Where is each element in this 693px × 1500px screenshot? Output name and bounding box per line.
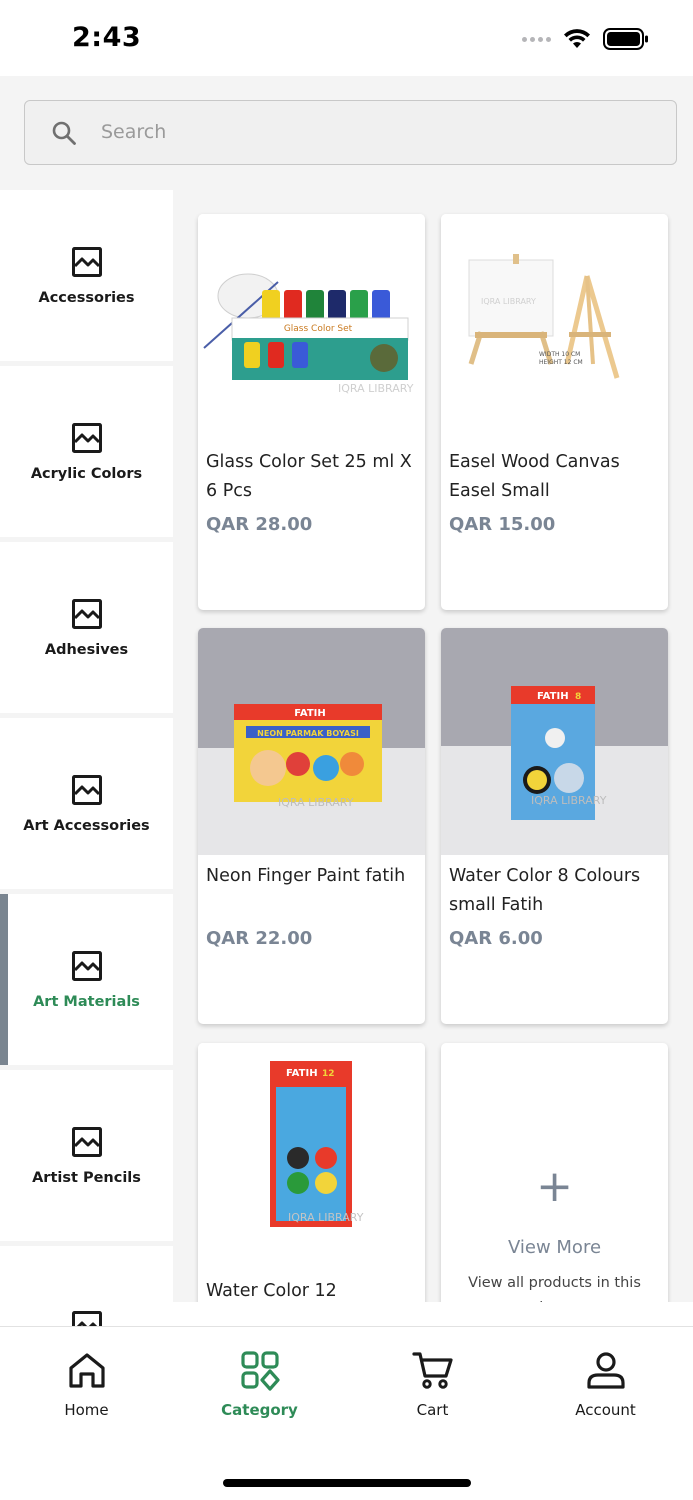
svg-text:FATIH: FATIH (286, 1068, 318, 1079)
product-name: Neon Finger Paint fatih (206, 866, 406, 886)
cart-icon (411, 1352, 453, 1389)
product-price: QAR 28.00 (206, 514, 313, 535)
svg-text:IQRA LIBRARY: IQRA LIBRARY (338, 382, 414, 395)
product-name: Easel Wood Canvas Easel Small (449, 452, 620, 501)
category-label: Artist Pencils (32, 1169, 141, 1186)
category-item-accessories[interactable]: Accessories (0, 190, 173, 361)
status-indicators (522, 28, 649, 50)
svg-text:IQRA LIBRARY: IQRA LIBRARY (278, 796, 354, 809)
product-name: Water Color 8 Colours small Fatih (449, 866, 641, 915)
wifi-icon (564, 29, 590, 48)
category-label: Accessories (38, 289, 135, 306)
nav-label: Home (64, 1401, 109, 1419)
category-sidebar: Accessories Acrylic Colors Adhesives Art… (0, 190, 173, 1326)
search-input[interactable] (101, 101, 661, 163)
product-card[interactable]: Glass Color Set IQRA LIBRARY Glass Color… (198, 214, 425, 610)
cellular-signal-icon (522, 36, 551, 42)
category-label: Adhesives (44, 641, 129, 658)
account-icon (586, 1352, 625, 1389)
category-item-art-accessories[interactable]: Art Accessories (0, 718, 173, 889)
svg-text:HEIGHT 12 CM: HEIGHT 12 CM (539, 359, 583, 366)
category-item-acrylic-colors[interactable]: Acrylic Colors (0, 366, 173, 537)
plus-icon: + (536, 1161, 573, 1212)
product-name: Water Color 12 (206, 1281, 337, 1301)
svg-text:IQRA LIBRARY: IQRA LIBRARY (531, 794, 607, 807)
status-time: 2:43 (72, 22, 142, 53)
svg-text:FATIH: FATIH (294, 708, 326, 719)
svg-text:FATIH: FATIH (537, 691, 569, 702)
category-item-partial[interactable] (0, 1246, 173, 1326)
product-price: QAR 15.00 (449, 514, 556, 535)
search-icon (52, 121, 76, 145)
nav-item-category[interactable]: Category (173, 1349, 346, 1419)
nav-item-home[interactable]: Home (0, 1349, 173, 1419)
image-placeholder-icon (71, 246, 102, 277)
image-placeholder-icon (71, 1126, 102, 1157)
category-item-adhesives[interactable]: Adhesives (0, 542, 173, 713)
svg-text:IQRA LIBRARY: IQRA LIBRARY (481, 297, 536, 306)
image-placeholder-icon (71, 598, 102, 629)
home-icon (68, 1353, 105, 1388)
home-indicator (223, 1479, 471, 1487)
svg-text:Glass Color Set: Glass Color Set (284, 324, 353, 334)
nav-label: Account (575, 1401, 636, 1419)
product-grid: Glass Color Set IQRA LIBRARY Glass Color… (173, 190, 693, 1302)
status-bar: 2:43 (0, 0, 693, 76)
svg-text:IQRA LIBRARY: IQRA LIBRARY (288, 1211, 364, 1224)
view-more-title: View More (507, 1237, 602, 1258)
nav-label: Cart (416, 1401, 449, 1419)
category-label: Art Materials (33, 993, 140, 1010)
view-more-subtitle: View all products in this category (468, 1275, 641, 1302)
nav-item-account[interactable]: Account (519, 1349, 692, 1419)
search-area (0, 76, 693, 190)
product-name: Glass Color Set 25 ml X 6 Pcs (206, 452, 412, 501)
bottom-navigation: Home Category Cart Account (0, 1326, 693, 1500)
product-image: FATIH 12 IQRA LIBRARY (198, 1043, 425, 1270)
image-placeholder-icon (71, 774, 102, 805)
product-price: QAR 6.00 (449, 928, 543, 949)
category-item-artist-pencils[interactable]: Artist Pencils (0, 1070, 173, 1241)
product-card[interactable]: FATIH NEON PARMAK BOYASI IQRA LIBRARY Ne… (198, 628, 425, 1024)
svg-text:12: 12 (322, 1069, 335, 1079)
product-image: WIDTH 10 CM HEIGHT 12 CM IQRA LIBRARY (441, 214, 668, 441)
category-item-art-materials[interactable]: Art Materials (0, 894, 173, 1065)
image-placeholder-icon (71, 1310, 102, 1326)
image-placeholder-icon (71, 422, 102, 453)
product-card[interactable]: FATIH 12 IQRA LIBRARY Water Color 12 (198, 1043, 425, 1302)
svg-text:WIDTH 10 CM: WIDTH 10 CM (539, 351, 580, 358)
product-card[interactable]: FATIH 8 IQRA LIBRARY Water Color 8 Colou… (441, 628, 668, 1024)
search-box[interactable] (24, 100, 677, 165)
category-label: Art Accessories (23, 817, 150, 834)
nav-label: Category (221, 1401, 298, 1419)
nav-item-cart[interactable]: Cart (346, 1349, 519, 1419)
image-placeholder-icon (71, 950, 102, 981)
product-image: Glass Color Set IQRA LIBRARY (198, 214, 425, 441)
view-more-card[interactable]: + View More View all products in this ca… (441, 1043, 668, 1302)
product-image: FATIH NEON PARMAK BOYASI IQRA LIBRARY (198, 628, 425, 855)
product-card[interactable]: WIDTH 10 CM HEIGHT 12 CM IQRA LIBRARY Ea… (441, 214, 668, 610)
category-icon (240, 1351, 280, 1391)
svg-text:NEON PARMAK BOYASI: NEON PARMAK BOYASI (257, 729, 359, 738)
svg-text:8: 8 (575, 692, 581, 702)
battery-icon (603, 28, 648, 50)
product-price: QAR 22.00 (206, 928, 313, 949)
category-label: Acrylic Colors (30, 465, 143, 482)
product-image: FATIH 8 IQRA LIBRARY (441, 628, 668, 855)
